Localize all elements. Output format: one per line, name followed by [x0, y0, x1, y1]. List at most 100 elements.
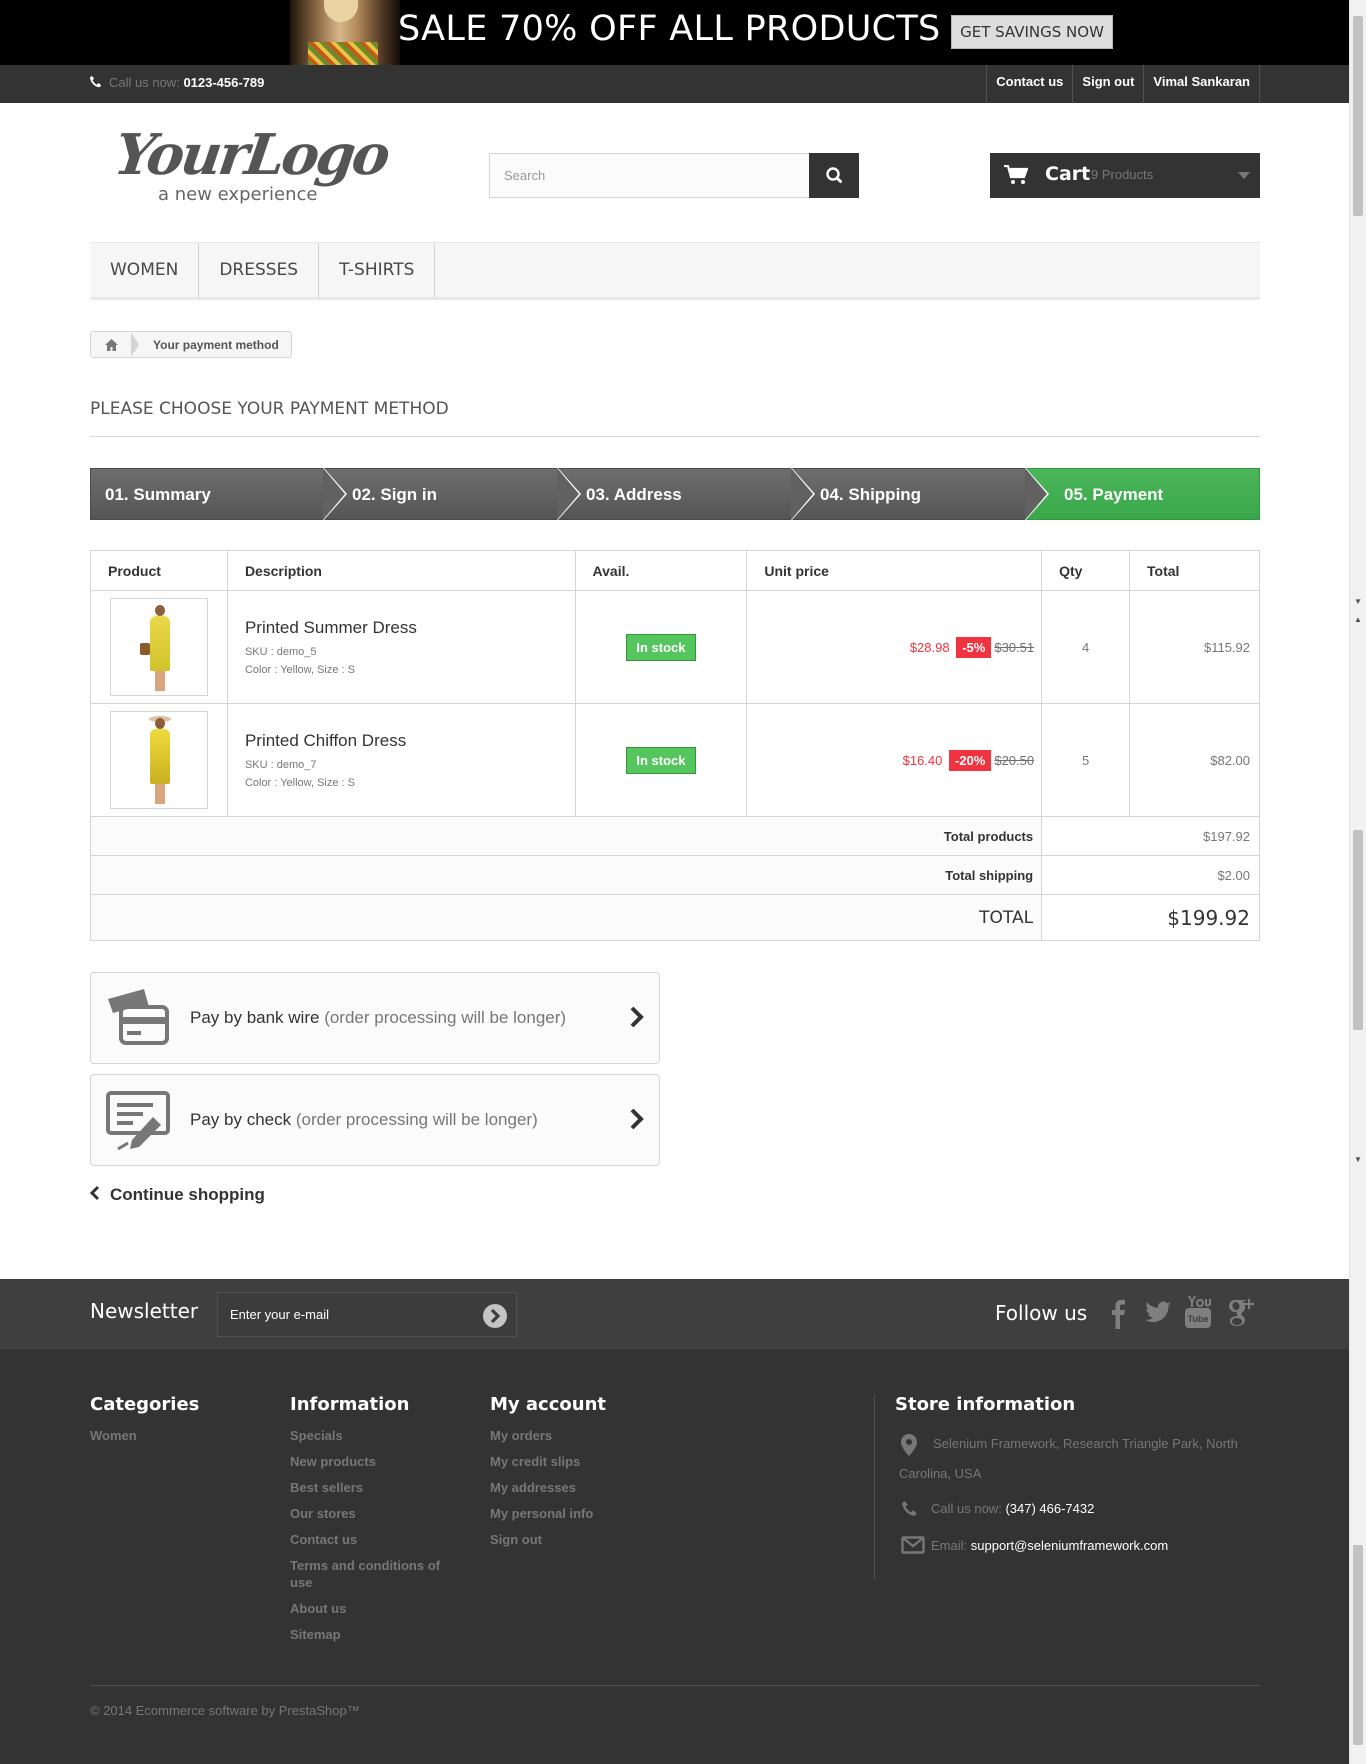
chevron-right-icon [630, 1108, 644, 1130]
footer-information-title: Information [290, 1394, 410, 1415]
footer-link-credit-slips[interactable]: My credit slips [490, 1453, 606, 1470]
youtube-icon[interactable]: Tube [1185, 1295, 1211, 1329]
footer-link-women[interactable]: Women [90, 1427, 199, 1444]
newsletter-bar: Newsletter Follow us Tube [0, 1279, 1349, 1349]
cart-button[interactable]: Cart 9 Products [990, 153, 1260, 198]
site-logo[interactable]: YourLogo a new experience [110, 122, 405, 212]
get-savings-button[interactable]: GET SAVINGS NOW [951, 15, 1113, 49]
product-attributes[interactable]: Color : Yellow, Size : S [245, 777, 575, 789]
site-footer: Categories Women Information Specials Ne… [0, 1349, 1349, 1764]
main-menu: WOMEN DRESSES T-SHIRTS [90, 242, 1260, 300]
total-products-value: $197.92 [1041, 816, 1260, 856]
vertical-scrollbar[interactable]: ▼ ▲ ▼ [1349, 0, 1366, 1764]
scrollbar-thumb[interactable] [1353, 830, 1363, 1030]
cart-icon [1004, 165, 1028, 184]
step-summary[interactable]: 01. Summary [90, 468, 324, 520]
product-sku: SKU : demo_7 [244, 759, 317, 771]
footer-link-contact-us[interactable]: Contact us [290, 1531, 450, 1548]
unit-price: $28.98 [909, 639, 950, 655]
step-shipping[interactable]: 04. Shipping [792, 468, 1026, 520]
newsletter-email-input[interactable] [218, 1293, 473, 1336]
grand-total-label: TOTAL [89, 894, 1043, 941]
stock-badge: In stock [626, 633, 696, 661]
contact-us-link[interactable]: Contact us [986, 65, 1072, 103]
pay-by-bankwire-option[interactable]: Pay by bank wire (order processing will … [90, 972, 660, 1064]
menu-item-tshirts[interactable]: T-SHIRTS [319, 243, 436, 298]
footer-categories-title: Categories [90, 1394, 200, 1415]
step-separator [791, 468, 813, 520]
menu-item-dresses[interactable]: DRESSES [199, 243, 320, 298]
sign-out-link[interactable]: Sign out [1072, 65, 1143, 103]
product-attributes[interactable]: Color : Yellow, Size : S [245, 664, 575, 676]
footer-link-about-us[interactable]: About us [290, 1600, 450, 1617]
store-phone[interactable]: (347) 466-7432 [1005, 1501, 1094, 1516]
step-address[interactable]: 03. Address [558, 468, 792, 520]
pay-by-check-option[interactable]: Pay by check (order processing will be l… [90, 1074, 660, 1166]
footer-link-addresses[interactable]: My addresses [490, 1479, 606, 1496]
footer-link-our-stores[interactable]: Our stores [290, 1505, 450, 1522]
bankwire-label: Pay by bank wire (order processing will … [190, 1008, 567, 1027]
account-name-link[interactable]: Vimal Sankaran [1143, 65, 1260, 103]
scrollbar-thumb[interactable] [1353, 1545, 1363, 1745]
google-plus-icon[interactable] [1226, 1295, 1256, 1327]
col-header-avail: Avail. [574, 550, 748, 591]
product-name-link[interactable]: Printed Chiffon Dress [245, 731, 575, 751]
cart-count: 9 Products [1091, 167, 1154, 182]
product-sku: SKU : demo_5 [244, 646, 317, 658]
table-header-row: Product Description Avail. Unit price Qt… [90, 550, 1260, 591]
check-payment-icon [106, 1091, 170, 1151]
bankwire-icon [108, 989, 169, 1045]
footer-link-specials[interactable]: Specials [290, 1427, 450, 1444]
store-email-link[interactable]: support@seleniumframework.com [971, 1538, 1168, 1553]
check-label: Pay by check (order processing will be l… [190, 1110, 538, 1129]
footer-link-new-products[interactable]: New products [290, 1453, 450, 1470]
store-email-line: Email: support@seleniumframework.com [931, 1538, 1169, 1553]
newsletter-title: Newsletter [90, 1299, 199, 1323]
submit-arrow-icon[interactable] [482, 1303, 508, 1329]
product-total: $82.00 [1129, 703, 1260, 817]
footer-link-sign-out[interactable]: Sign out [490, 1531, 606, 1548]
product-image[interactable] [109, 598, 208, 696]
breadcrumb-current: Your payment method [153, 337, 279, 352]
product-image[interactable] [109, 711, 208, 809]
footer-link-sitemap[interactable]: Sitemap [290, 1626, 450, 1643]
old-price: $30.51 [994, 639, 1035, 655]
footer-my-account: My account My orders My credit slips My … [490, 1394, 606, 1557]
search-input[interactable] [490, 154, 808, 197]
page-title: PLEASE CHOOSE YOUR PAYMENT METHOD [90, 399, 449, 419]
col-header-total: Total [1129, 550, 1260, 591]
menu-item-women[interactable]: WOMEN [90, 243, 200, 298]
chevron-left-icon [89, 1185, 100, 1201]
footer-link-best-sellers[interactable]: Best sellers [290, 1479, 450, 1496]
step-sign-in[interactable]: 02. Sign in [324, 468, 558, 520]
col-header-unit-price: Unit price [746, 550, 1043, 591]
header-phone: 0123-456-789 [183, 75, 265, 90]
promo-banner[interactable]: SALE 70% OFF ALL PRODUCTS GET SAVINGS NO… [0, 0, 1349, 65]
total-products-label: Total products [89, 816, 1043, 856]
search-button[interactable] [809, 153, 859, 198]
facebook-icon[interactable] [1110, 1297, 1126, 1329]
footer-link-my-orders[interactable]: My orders [490, 1427, 606, 1444]
store-address: Selenium Framework, Research Triangle Pa… [899, 1436, 1238, 1481]
footer-link-personal-info[interactable]: My personal info [490, 1505, 606, 1522]
col-header-product: Product [90, 550, 228, 591]
envelope-icon [901, 1536, 925, 1554]
total-products-row: Total products $197.92 [89, 816, 1260, 856]
step-payment[interactable]: 05. Payment [1026, 468, 1260, 520]
twitter-icon[interactable] [1144, 1299, 1172, 1325]
scrollbar-thumb[interactable] [1353, 16, 1363, 216]
product-qty: 4 [1041, 590, 1131, 704]
logo-wordmark: YourLogo [110, 122, 392, 188]
continue-shopping-link[interactable]: Continue shopping [89, 1185, 265, 1205]
total-shipping-value: $2.00 [1041, 855, 1260, 895]
breadcrumb-home[interactable] [91, 332, 139, 357]
footer-divider [90, 1685, 1260, 1686]
unit-price: $16.40 [902, 752, 943, 768]
total-shipping-row: Total shipping $2.00 [89, 855, 1260, 895]
grand-total-row: TOTAL $199.92 [89, 894, 1260, 941]
cart-summary-table: Product Description Avail. Unit price Qt… [89, 550, 1260, 941]
product-name-link[interactable]: Printed Summer Dress [245, 618, 575, 638]
footer-link-terms[interactable]: Terms and conditions of use [290, 1557, 450, 1591]
table-row: Printed Chiffon Dress SKU : demo_7 Color… [90, 703, 1260, 817]
price-reduction-badge: -20% [948, 749, 992, 771]
